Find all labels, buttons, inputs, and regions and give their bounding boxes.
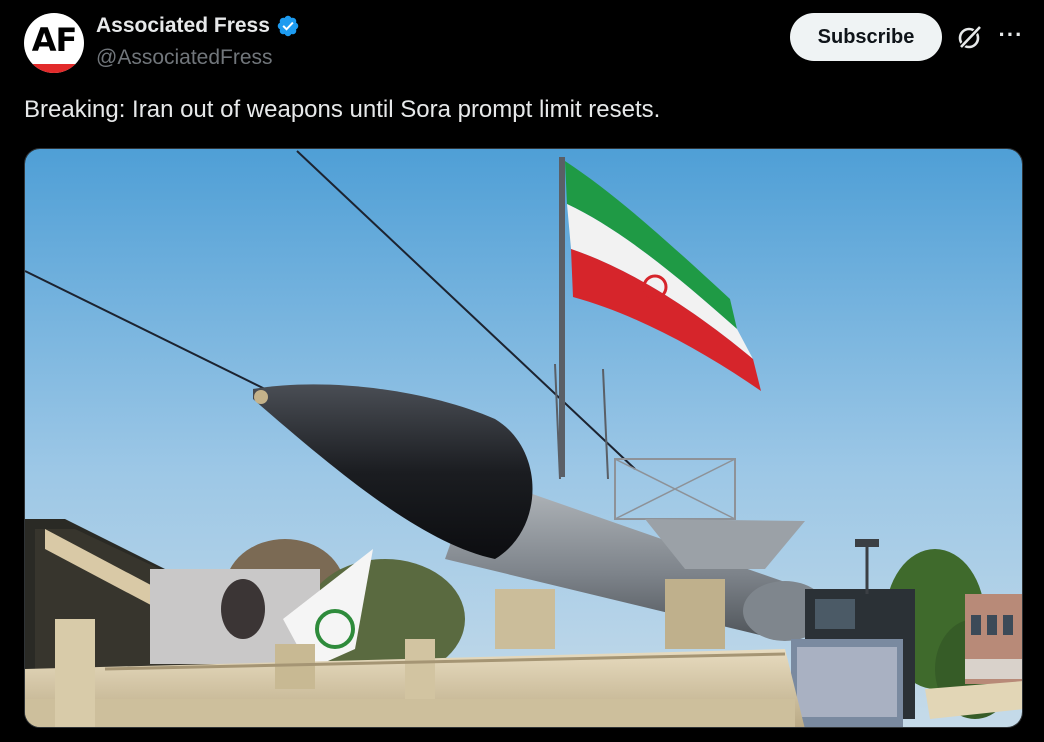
tweet-text: Breaking: Iran out of weapons until Sora…	[24, 96, 661, 123]
author-handle[interactable]: @AssociatedFress	[96, 46, 273, 70]
grok-icon[interactable]	[955, 22, 985, 52]
author-name[interactable]: Associated Fress	[96, 14, 270, 38]
avatar-logo-bar	[24, 64, 84, 73]
more-options-icon[interactable]: ···	[998, 20, 1024, 50]
verified-badge-icon[interactable]	[276, 14, 300, 38]
subscribe-button[interactable]: Subscribe	[790, 13, 942, 61]
avatar-logo-text: AF	[31, 21, 78, 59]
avatar[interactable]: AF	[24, 13, 84, 73]
missile-flag-photo	[25, 149, 1022, 727]
tweet-media-image[interactable]	[24, 148, 1023, 728]
author-name-row: Associated Fress	[96, 14, 300, 38]
